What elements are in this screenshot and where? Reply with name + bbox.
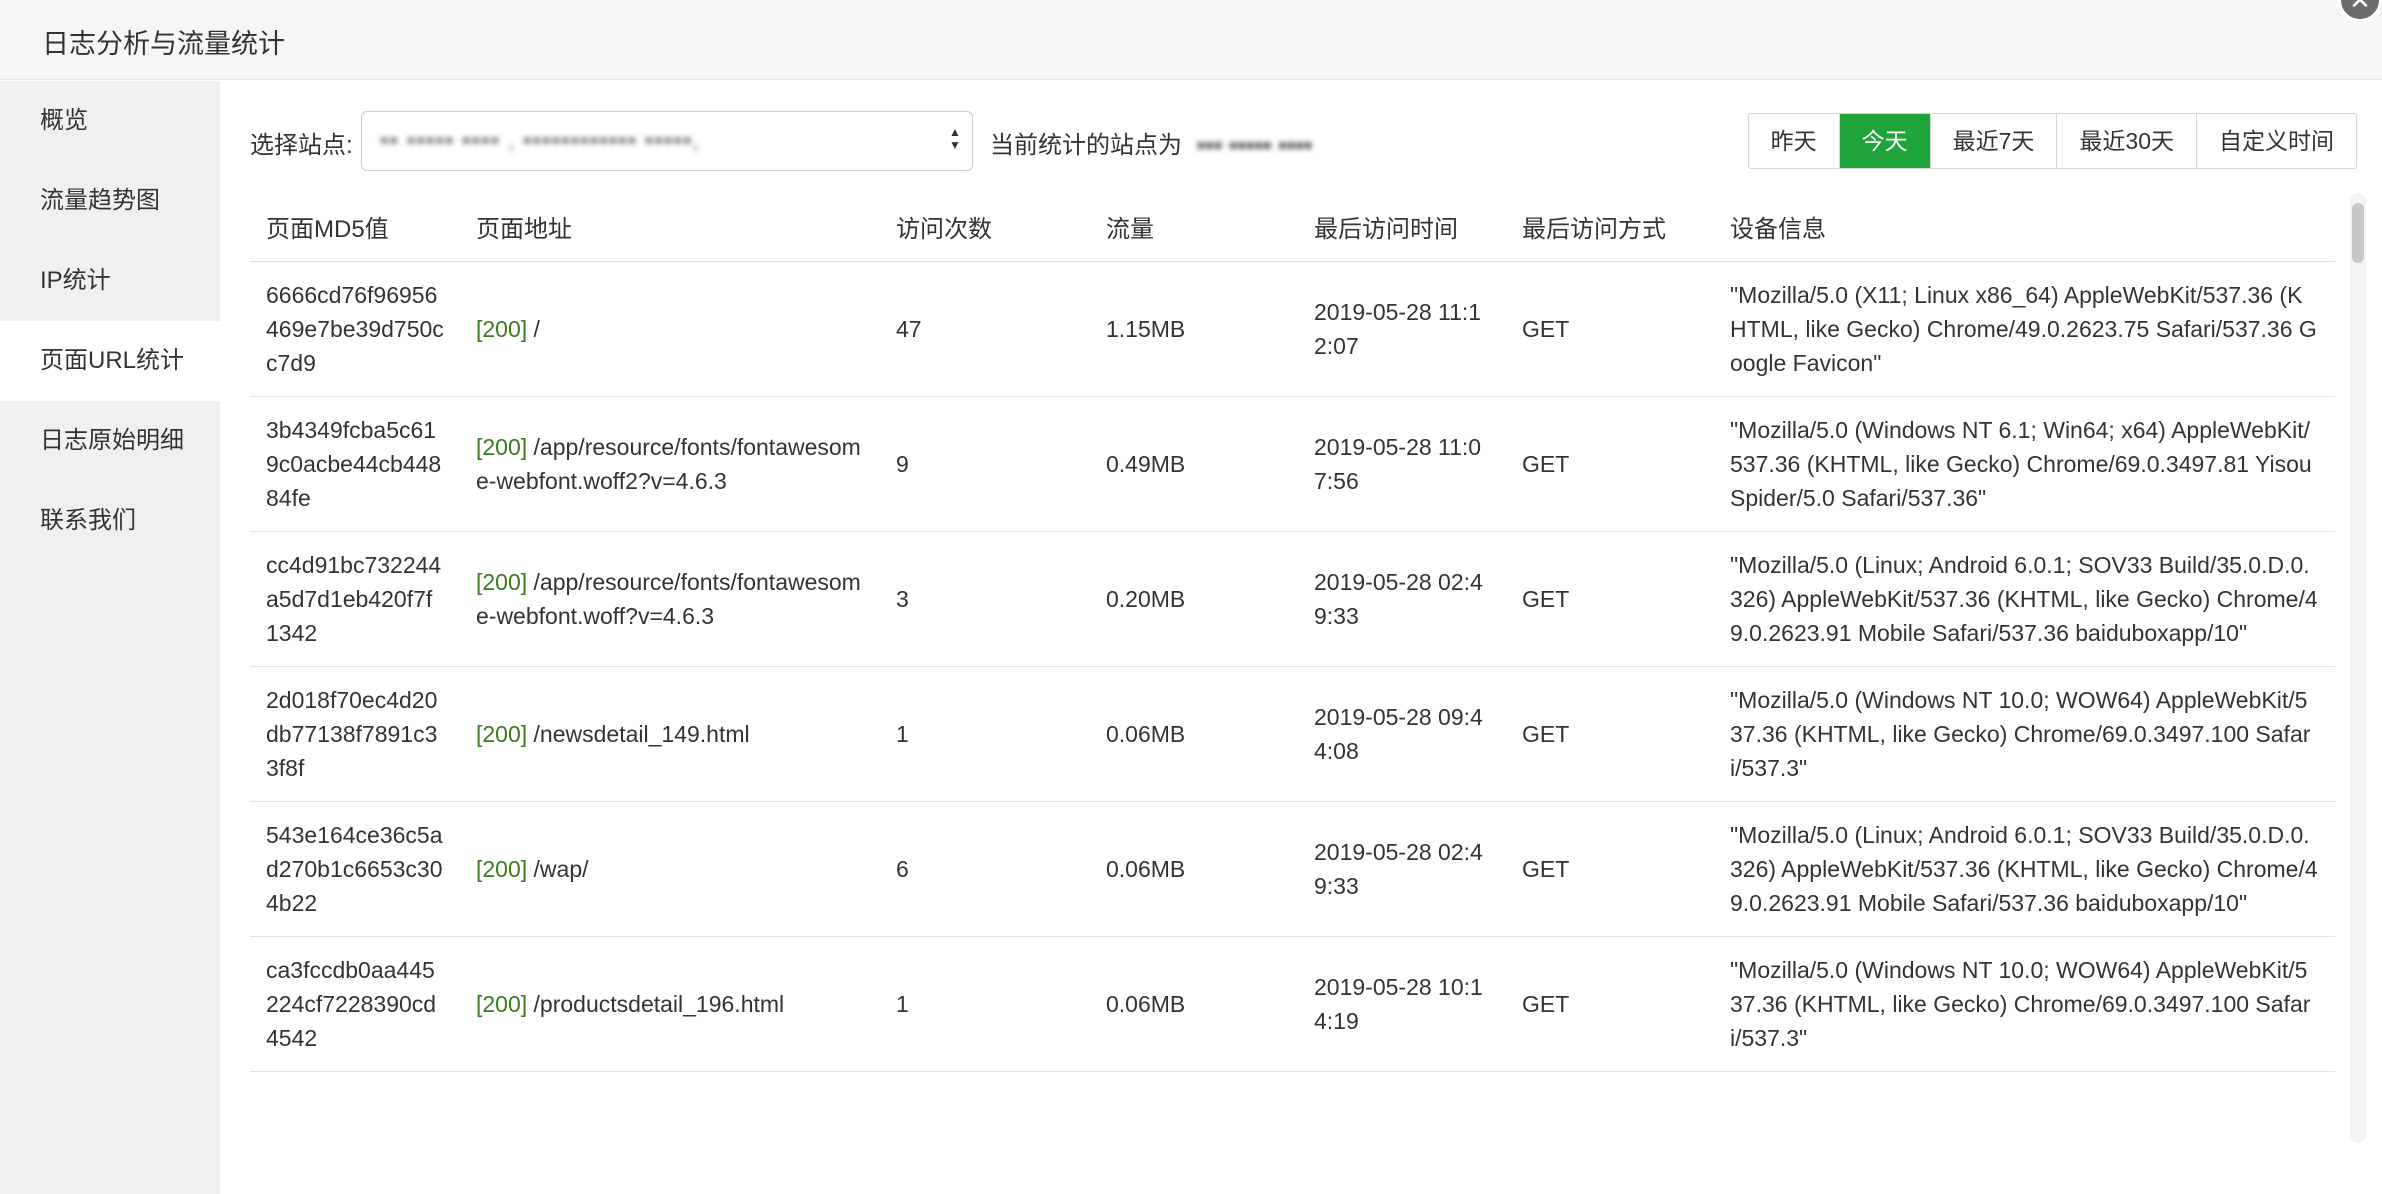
url-text: /wap/ [533,855,589,882]
cell-url: [200] /productsdetail_196.html [460,936,880,1072]
url-text: /newsdetail_149.html [533,720,750,747]
cell-device: "Mozilla/5.0 (Windows NT 10.0; WOW64) Ap… [1714,936,2335,1072]
cell-traffic: 0.20MB [1090,531,1298,667]
main-panel: 选择站点: ▪▪ ▪▪▪▪▪ ▪▪▪▪ , ▪▪▪▪▪▪▪▪▪▪▪▪ ▪▪▪▪▪… [220,81,2382,1194]
cell-method: GET [1506,666,1714,802]
cell-md5: 6666cd76f96956469e7be39d750cc7d9 [250,261,460,397]
cell-visits: 9 [880,396,1090,532]
cell-url: [200] / [460,261,880,397]
cell-method: GET [1506,936,1714,1072]
col-header-visits[interactable]: 访问次数 [880,193,1090,262]
cell-md5: ca3fccdb0aa445224cf7228390cd4542 [250,936,460,1072]
site-select-label: 选择站点: [250,132,353,159]
scrollbar-thumb[interactable] [2352,203,2364,263]
cell-device: "Mozilla/5.0 (Linux; Android 6.0.1; SOV3… [1714,531,2335,667]
status-code: [200] [476,568,528,595]
status-code: [200] [476,315,528,342]
cell-md5: 2d018f70ec4d20db77138f7891c33f8f [250,666,460,802]
cell-visits: 1 [880,936,1090,1072]
table-row: 6666cd76f96956469e7be39d750cc7d9 [200] /… [250,261,2335,397]
col-header-device[interactable]: 设备信息 [1714,193,2335,262]
url-text: /productsdetail_196.html [533,990,785,1017]
table-row: cc4d91bc732244a5d7d1eb420f7f1342 [200] /… [250,531,2335,667]
table-header-row: 页面MD5值 页面地址 访问次数 流量 最后访问时间 最后访问方式 设备信息 [250,193,2335,262]
sidebar: 概览 流量趋势图 IP统计 页面URL统计 日志原始明细 联系我们 [0,81,220,1194]
table-row: ca3fccdb0aa445224cf7228390cd4542 [200] /… [250,936,2335,1072]
cell-visits: 47 [880,261,1090,397]
url-stats-table-container: 页面MD5值 页面地址 访问次数 流量 最后访问时间 最后访问方式 设备信息 6… [250,193,2335,1193]
cell-device: "Mozilla/5.0 (X11; Linux x86_64) AppleWe… [1714,261,2335,397]
url-stats-table: 页面MD5值 页面地址 访问次数 流量 最后访问时间 最后访问方式 设备信息 6… [250,193,2335,1072]
cell-device: "Mozilla/5.0 (Linux; Android 6.0.1; SOV3… [1714,801,2335,937]
cell-last-time: 2019-05-28 09:44:08 [1298,666,1506,802]
range-custom-button[interactable]: 自定义时间 [2197,114,2356,168]
cell-method: GET [1506,801,1714,937]
range-today-button[interactable]: 今天 [1839,114,1931,168]
table-row: 3b4349fcba5c619c0acbe44cb44884fe [200] /… [250,396,2335,532]
cell-last-time: 2019-05-28 02:49:33 [1298,801,1506,937]
table-row: 2d018f70ec4d20db77138f7891c33f8f [200] /… [250,666,2335,802]
cell-traffic: 0.49MB [1090,396,1298,532]
range-7days-button[interactable]: 最近7天 [1930,114,2058,168]
cell-traffic: 0.06MB [1090,801,1298,937]
cell-method: GET [1506,261,1714,397]
cell-last-time: 2019-05-28 11:12:07 [1298,261,1506,397]
sidebar-item-contact[interactable]: 联系我们 [0,481,220,561]
sidebar-item-url-stats[interactable]: 页面URL统计 [0,321,220,401]
cell-md5: 3b4349fcba5c619c0acbe44cb44884fe [250,396,460,532]
cell-traffic: 0.06MB [1090,936,1298,1072]
cell-method: GET [1506,396,1714,532]
cell-device: "Mozilla/5.0 (Windows NT 10.0; WOW64) Ap… [1714,666,2335,802]
window-titlebar: 日志分析与流量统计 [0,0,2382,80]
cell-method: GET [1506,531,1714,667]
sidebar-item-ip-stats[interactable]: IP统计 [0,241,220,321]
url-text: / [533,315,540,342]
current-site-label: 当前统计的站点为 [990,132,1182,159]
window-title: 日志分析与流量统计 [42,29,285,59]
cell-visits: 6 [880,801,1090,937]
col-header-url[interactable]: 页面地址 [460,193,880,262]
table-row: 543e164ce36c5ad270b1c6653c304b22 [200] /… [250,801,2335,937]
cell-last-time: 2019-05-28 10:14:19 [1298,936,1506,1072]
range-30days-button[interactable]: 最近30天 [2057,114,2197,168]
col-header-md5[interactable]: 页面MD5值 [250,193,460,262]
date-range-group: 昨天 今天 最近7天 最近30天 自定义时间 [1747,113,2357,169]
cell-device: "Mozilla/5.0 (Windows NT 6.1; Win64; x64… [1714,396,2335,532]
sidebar-item-raw-log[interactable]: 日志原始明细 [0,401,220,481]
sidebar-item-traffic-trend[interactable]: 流量趋势图 [0,161,220,241]
site-select[interactable]: ▪▪ ▪▪▪▪▪ ▪▪▪▪ , ▪▪▪▪▪▪▪▪▪▪▪▪ ▪▪▪▪▪, ▲ ▼ [361,111,973,171]
current-site-value: ▪▪▪ ▪▪▪▪▪ ▪▪▪▪ [1196,132,1313,159]
url-text: /app/resource/fonts/fontawesome-webfont.… [476,568,861,629]
cell-last-time: 2019-05-28 02:49:33 [1298,531,1506,667]
cell-url: [200] /app/resource/fonts/fontawesome-we… [460,531,880,667]
cell-url: [200] /newsdetail_149.html [460,666,880,802]
cell-traffic: 0.06MB [1090,666,1298,802]
status-code: [200] [476,720,528,747]
cell-visits: 1 [880,666,1090,802]
cell-last-time: 2019-05-28 11:07:56 [1298,396,1506,532]
col-header-method[interactable]: 最后访问方式 [1506,193,1714,262]
cell-url: [200] /wap/ [460,801,880,937]
sidebar-item-overview[interactable]: 概览 [0,81,220,161]
col-header-last-time[interactable]: 最后访问时间 [1298,193,1506,262]
range-yesterday-button[interactable]: 昨天 [1748,114,1840,168]
current-site: 当前统计的站点为 ▪▪▪ ▪▪▪▪▪ ▪▪▪▪ [990,125,1312,160]
status-code: [200] [476,433,528,460]
col-header-traffic[interactable]: 流量 [1090,193,1298,262]
status-code: [200] [476,855,528,882]
cell-traffic: 1.15MB [1090,261,1298,397]
cell-md5: cc4d91bc732244a5d7d1eb420f7f1342 [250,531,460,667]
table-scrollbar[interactable] [2350,193,2366,1143]
cell-visits: 3 [880,531,1090,667]
select-caret-icon: ▲ ▼ [949,125,961,152]
site-select-value: ▪▪ ▪▪▪▪▪ ▪▪▪▪ , ▪▪▪▪▪▪▪▪▪▪▪▪ ▪▪▪▪▪, [380,127,700,154]
url-text: /app/resource/fonts/fontawesome-webfont.… [476,433,861,494]
cell-md5: 543e164ce36c5ad270b1c6653c304b22 [250,801,460,937]
cell-url: [200] /app/resource/fonts/fontawesome-we… [460,396,880,532]
status-code: [200] [476,990,528,1017]
